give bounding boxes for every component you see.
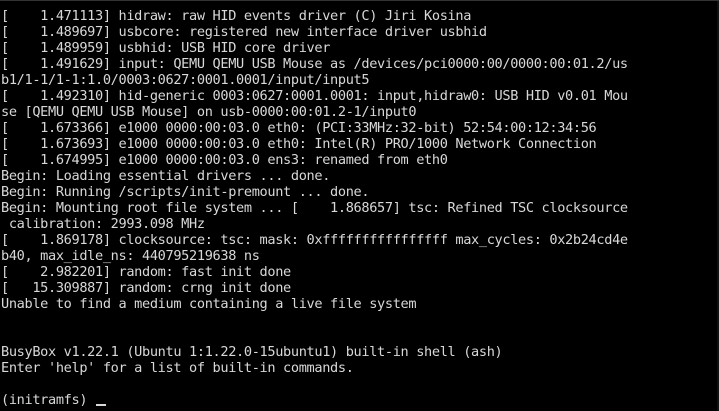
- terminal-line-14: calibration: 2993.098 MHz: [1, 216, 205, 232]
- terminal-line-11: Begin: Loading essential drivers ... don…: [1, 168, 331, 184]
- terminal-line-5: b1/1-1/1-1:1.0/0003:0627:0001.0001/input…: [1, 72, 370, 88]
- terminal-line-3: [ 1.489959] usbhid: USB HID core driver: [1, 40, 331, 56]
- text-cursor: [96, 404, 107, 406]
- terminal-line-9: [ 1.673693] e1000 0000:00:03.0 eth0: Int…: [1, 136, 597, 152]
- shell-prompt: (initramfs): [1, 392, 96, 408]
- terminal-line-18: [ 15.309887] random: crng init done: [1, 280, 291, 296]
- terminal-output: [ 1.471113] hidraw: raw HID events drive…: [1, 8, 628, 408]
- terminal-line-19: Unable to find a medium containing a liv…: [1, 296, 417, 312]
- terminal-line-24: [1, 376, 628, 392]
- terminal-window[interactable]: [ 1.471113] hidraw: raw HID events drive…: [0, 0, 719, 411]
- terminal-line-23: Enter 'help' for a list of built-in comm…: [1, 360, 354, 376]
- terminal-line-17: [ 2.982201] random: fast init done: [1, 264, 291, 280]
- terminal-line-8: [ 1.673366] e1000 0000:00:03.0 eth0: (PC…: [1, 120, 597, 136]
- terminal-line-6: [ 1.492310] hid-generic 0003:0627:0001.0…: [1, 88, 628, 104]
- terminal-line-7: se [QEMU QEMU USB Mouse] on usb-0000:00:…: [1, 104, 417, 120]
- terminal-line-4: [ 1.491629] input: QEMU QEMU USB Mouse a…: [1, 56, 628, 72]
- terminal-line-16: b40, max_idle_ns: 440795219638 ns: [1, 248, 260, 264]
- terminal-line-2: [ 1.489697] usbcore: registered new inte…: [1, 24, 487, 40]
- terminal-line-22: BusyBox v1.22.1 (Ubuntu 1:1.22.0-15ubunt…: [1, 344, 503, 360]
- terminal-line-21: [1, 328, 628, 344]
- shell-prompt-line[interactable]: (initramfs): [1, 392, 628, 408]
- terminal-line-20: [1, 312, 628, 328]
- terminal-line-10: [ 1.674995] e1000 0000:00:03.0 ens3: ren…: [1, 152, 448, 168]
- terminal-line-15: [ 1.869178] clocksource: tsc: mask: 0xff…: [1, 232, 628, 248]
- terminal-line-1: [ 1.471113] hidraw: raw HID events drive…: [1, 8, 472, 24]
- terminal-line-13: Begin: Mounting root file system ... [ 1…: [1, 200, 628, 216]
- terminal-line-12: Begin: Running /scripts/init-premount ..…: [1, 184, 370, 200]
